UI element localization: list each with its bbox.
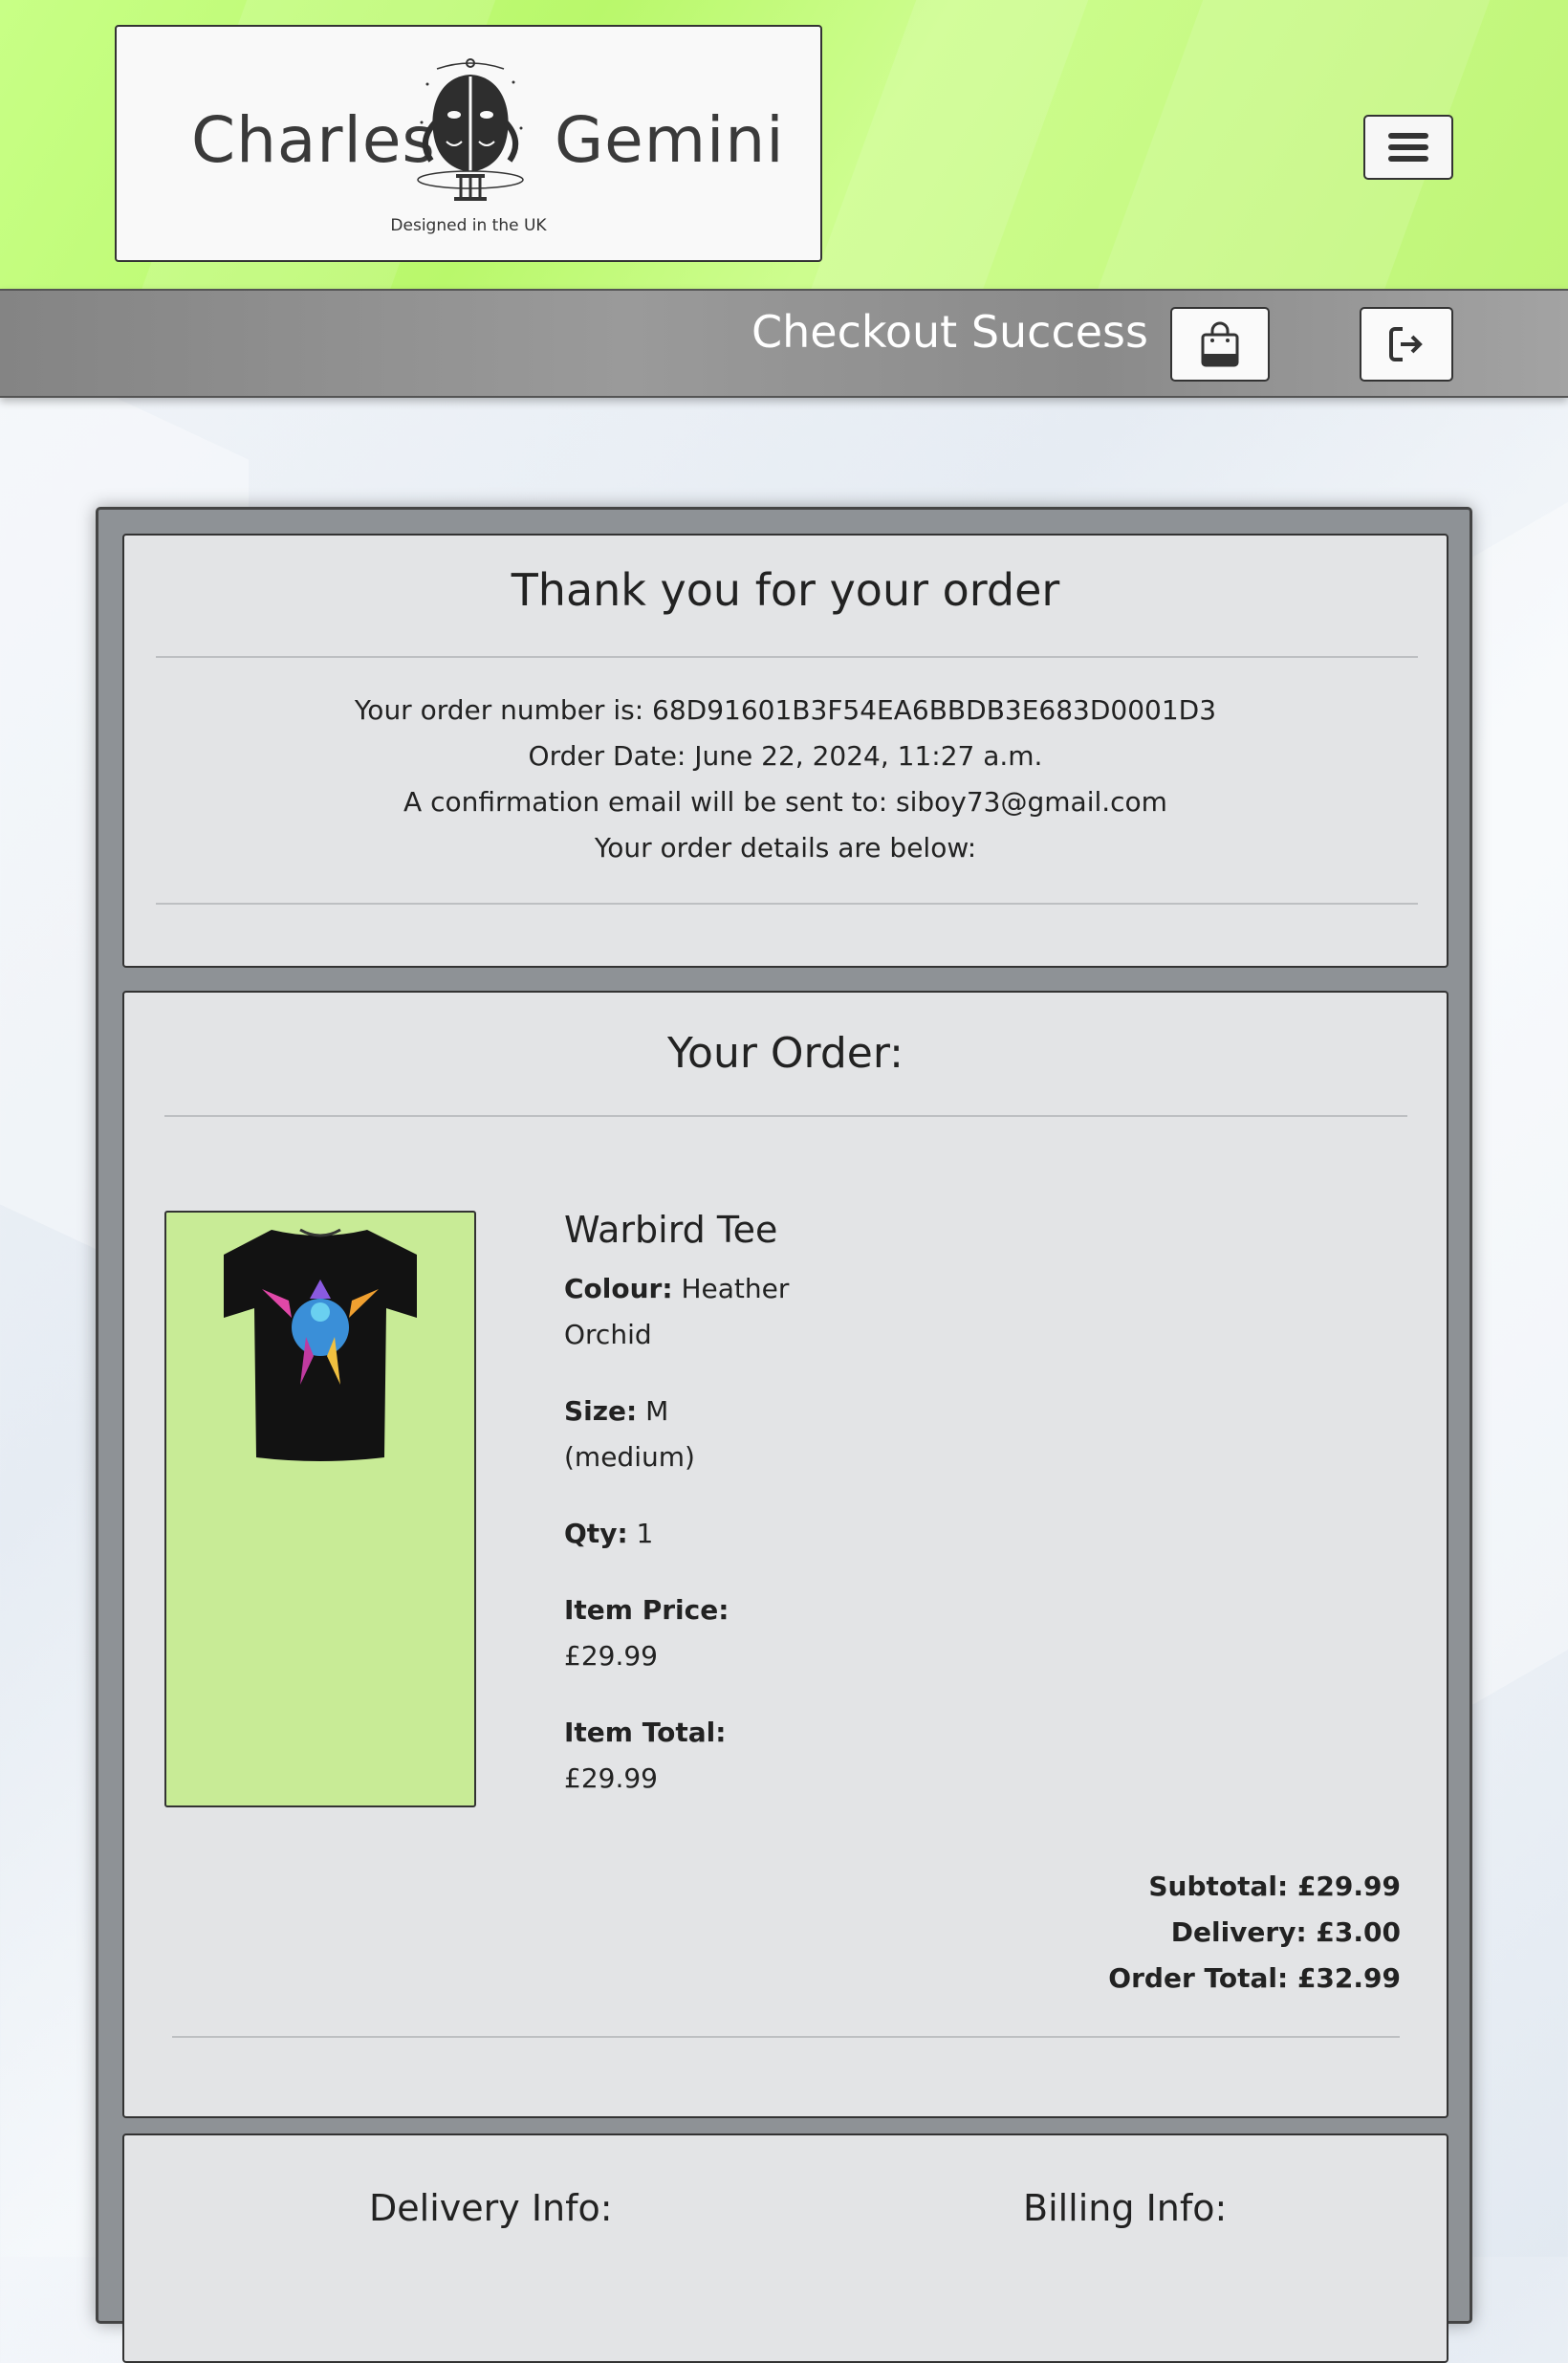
divider xyxy=(164,1115,1407,1117)
your-order-card: Your Order: Warbird Tee Colour: Heather … xyxy=(122,991,1448,2118)
order-number: Your order number is: 68D91601B3F54EA6BB… xyxy=(354,694,1217,726)
divider xyxy=(172,2036,1400,2038)
checkout-container: Thank you for your order Your order numb… xyxy=(96,507,1472,2363)
page-title: Checkout Success xyxy=(751,306,1148,358)
qty-value: 1 xyxy=(636,1518,654,1549)
item-total: Item Total: £29.99 xyxy=(564,1710,726,1802)
divider xyxy=(156,903,1418,905)
logout-button[interactable] xyxy=(1360,307,1453,382)
shopping-bag-icon xyxy=(1201,321,1239,367)
product-qty: Qty: 1 xyxy=(564,1511,653,1557)
size-value-cont: (medium) xyxy=(564,1441,695,1473)
order-details-note: Your order details are below: xyxy=(594,832,977,864)
order-confirmation-card: Thank you for your order Your order numb… xyxy=(122,534,1448,968)
your-order-heading: Your Order: xyxy=(666,1029,904,1078)
product-image[interactable] xyxy=(164,1211,476,1807)
item-total-value: £29.99 xyxy=(564,1762,658,1794)
sign-out-icon xyxy=(1389,327,1423,361)
warbird-tee-image xyxy=(224,1228,417,1461)
delivery-cost: Delivery: £3.00 xyxy=(1170,1916,1401,1948)
item-price-label: Item Price: xyxy=(564,1594,730,1626)
product-colour: Colour: Heather Orchid xyxy=(564,1266,789,1358)
delivery-info-heading: Delivery Info: xyxy=(369,2187,613,2229)
product-name: Warbird Tee xyxy=(564,1209,778,1251)
qty-label: Qty: xyxy=(564,1518,628,1549)
order-date: Order Date: June 22, 2024, 11:27 a.m. xyxy=(528,740,1043,772)
menu-button[interactable] xyxy=(1363,115,1453,180)
size-value: M xyxy=(645,1395,669,1427)
delivery-billing-card: Delivery Info: Billing Info: xyxy=(122,2133,1448,2363)
order-total: Order Total: £32.99 xyxy=(1108,1962,1401,1994)
colour-value: Heather xyxy=(681,1273,790,1304)
site-header: Charles Gemini Designed in the UK xyxy=(0,0,1568,289)
billing-info-heading: Billing Info: xyxy=(1023,2187,1228,2229)
divider xyxy=(156,656,1418,658)
shopping-bag-button[interactable] xyxy=(1170,307,1270,382)
item-price-value: £29.99 xyxy=(564,1640,658,1672)
brand-logo[interactable]: Charles Gemini Designed in the UK xyxy=(115,25,822,262)
brand-name-left: Charles xyxy=(191,103,436,177)
hamburger-icon xyxy=(1388,133,1428,162)
page-nav-bar: Checkout Success xyxy=(0,289,1568,398)
subtotal: Subtotal: £29.99 xyxy=(1148,1871,1401,1902)
brand-name-right: Gemini xyxy=(555,103,785,177)
item-total-label: Item Total: xyxy=(564,1717,727,1748)
colour-value-cont: Orchid xyxy=(564,1319,652,1350)
thank-you-heading: Thank you for your order xyxy=(511,564,1060,616)
brand-tagline: Designed in the UK xyxy=(390,216,547,235)
size-label: Size: xyxy=(564,1395,638,1427)
gemini-emblem-icon xyxy=(417,58,524,201)
confirmation-email: A confirmation email will be sent to: si… xyxy=(403,786,1167,818)
product-size: Size: M (medium) xyxy=(564,1389,695,1480)
item-price: Item Price: £29.99 xyxy=(564,1587,729,1679)
colour-label: Colour: xyxy=(564,1273,673,1304)
